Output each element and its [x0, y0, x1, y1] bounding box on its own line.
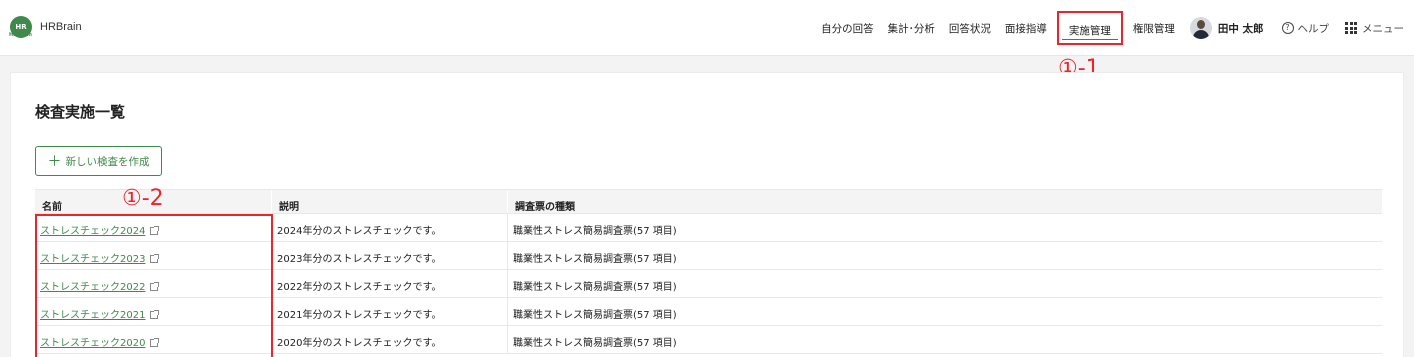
table-row: ストレスチェック2022 2022年分のストレスチェックです。 職業性ストレス簡… [35, 270, 1382, 298]
plus-icon: ＋ [47, 153, 62, 169]
description-cell: 2020年分のストレスチェックです。 [272, 326, 508, 353]
nav-item-response-status[interactable]: 回答状況 [942, 21, 998, 36]
external-link-icon[interactable] [150, 338, 160, 347]
column-header-description[interactable]: 説明 [272, 190, 508, 213]
name-cell: ストレスチェック2020 [35, 326, 272, 353]
nav-highlight-box: 実施管理 [1056, 11, 1123, 45]
nav-item-analysis[interactable]: 集計･分析 [881, 21, 942, 36]
inspection-link[interactable]: ストレスチェック2022 [40, 282, 145, 293]
type-cell: 職業性ストレス簡易調査票(57 項目) [513, 282, 677, 293]
nav-item-permissions[interactable]: 権限管理 [1126, 21, 1182, 36]
table-row: ストレスチェック2021 2021年分のストレスチェックです。 職業性ストレス簡… [35, 298, 1382, 326]
inspection-link[interactable]: ストレスチェック2023 [40, 254, 145, 265]
column-header-type[interactable]: 調査票の種類 [508, 190, 1382, 213]
main-nav: 自分の回答 集計･分析 回答状況 面接指導 実施管理 権限管理 田中 太郎 ? … [814, 0, 1414, 56]
description-cell: 2024年分のストレスチェックです。 [272, 214, 508, 241]
description-cell: 2022年分のストレスチェックです。 [272, 270, 508, 297]
avatar [1189, 17, 1212, 39]
table-row: ストレスチェック2023 2023年分のストレスチェックです。 職業性ストレス簡… [35, 242, 1382, 270]
new-inspection-button[interactable]: ＋ 新しい検査を作成 [35, 146, 162, 176]
table-row: ストレスチェック2024 2024年分のストレスチェックです。 職業性ストレス簡… [35, 214, 1382, 242]
logo-subtext: HRBrain [9, 32, 32, 38]
external-link-icon[interactable] [150, 254, 160, 263]
external-link-icon[interactable] [150, 226, 160, 235]
name-cell: ストレスチェック2022 [35, 270, 272, 297]
inspection-link[interactable]: ストレスチェック2020 [40, 338, 145, 349]
name-cell: ストレスチェック2024 [35, 214, 272, 241]
help-link[interactable]: ? ヘルプ [1274, 21, 1338, 36]
annotation-column-marker: ①-2 [122, 186, 164, 211]
menu-label: メニュー [1362, 22, 1404, 35]
content-card: 検査実施一覧 ＋ 新しい検査を作成 名前 説明 調査票の種類 ストレスチェック2… [10, 72, 1404, 357]
top-bar: HR HRBrain HRBrain 自分の回答 集計･分析 回答状況 面接指導… [0, 0, 1414, 56]
user-menu[interactable]: 田中 太郎 [1182, 17, 1274, 39]
help-label: ヘルプ [1297, 22, 1330, 35]
menu-button[interactable]: メニュー [1337, 21, 1414, 36]
new-inspection-label: 新しい検査を作成 [65, 155, 150, 168]
user-name: 田中 太郎 [1217, 22, 1264, 35]
type-cell: 職業性ストレス簡易調査票(57 項目) [513, 226, 677, 237]
grid-icon [1345, 22, 1357, 34]
inspection-link[interactable]: ストレスチェック2024 [40, 226, 145, 237]
description-cell: 2021年分のストレスチェックです。 [272, 298, 508, 325]
type-cell: 職業性ストレス簡易調査票(57 項目) [513, 254, 677, 265]
type-cell: 職業性ストレス簡易調査票(57 項目) [513, 338, 677, 349]
inspection-table: 名前 説明 調査票の種類 ストレスチェック2024 2024年分のストレスチェッ… [35, 189, 1382, 354]
external-link-icon[interactable] [150, 310, 160, 319]
type-cell: 職業性ストレス簡易調査票(57 項目) [513, 310, 677, 321]
name-cell: ストレスチェック2023 [35, 242, 272, 269]
brand-name[interactable]: HRBrain [40, 21, 82, 33]
inspection-link[interactable]: ストレスチェック2021 [40, 310, 145, 321]
table-row: ストレスチェック2020 2020年分のストレスチェックです。 職業性ストレス簡… [35, 326, 1382, 354]
description-cell: 2023年分のストレスチェックです。 [272, 242, 508, 269]
external-link-icon[interactable] [150, 282, 160, 291]
nav-item-implementation[interactable]: 実施管理 [1061, 25, 1118, 40]
nav-item-my-answers[interactable]: 自分の回答 [814, 21, 881, 36]
question-icon: ? [1281, 22, 1294, 34]
nav-item-interview[interactable]: 面接指導 [998, 21, 1054, 36]
page-title: 検査実施一覧 [35, 103, 126, 121]
table-header: 名前 説明 調査票の種類 [35, 189, 1382, 214]
name-cell: ストレスチェック2021 [35, 298, 272, 325]
